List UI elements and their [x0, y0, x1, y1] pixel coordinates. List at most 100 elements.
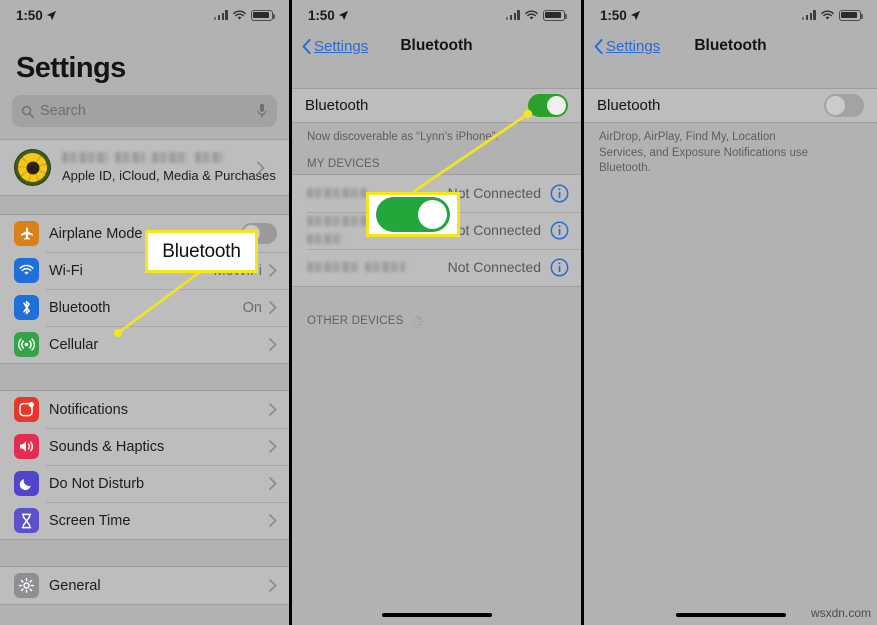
avatar	[14, 149, 51, 186]
search-placeholder: Search	[40, 103, 86, 119]
info-circle-icon[interactable]	[550, 184, 569, 203]
other-devices-header: OTHER DEVICES	[292, 287, 581, 332]
settings-row-screen-time[interactable]: Screen Time	[0, 502, 289, 539]
search-input[interactable]: Search	[12, 95, 277, 127]
wifi-icon	[525, 10, 538, 19]
status-bar-time-group-2: 1:50	[308, 8, 349, 23]
bluetooth-toggle-row[interactable]: Bluetooth	[292, 88, 581, 123]
cellular-signal-icon	[801, 10, 816, 20]
loading-spinner-icon	[410, 314, 424, 328]
status-bar-time-group-3: 1:50	[600, 8, 641, 23]
info-circle-icon[interactable]	[550, 221, 569, 240]
status-bar-indicators	[213, 9, 276, 21]
chevron-right-icon	[269, 338, 277, 351]
status-bar-time-2: 1:50	[308, 7, 335, 23]
other-devices-header-label: OTHER DEVICES	[307, 315, 404, 328]
cellular-icon	[14, 332, 39, 357]
microphone-icon[interactable]	[256, 103, 268, 119]
nav-bar-panel3: Settings Bluetooth	[584, 30, 877, 62]
settings-row-label: Notifications	[49, 401, 128, 418]
callout-bluetooth-label: Bluetooth	[145, 230, 258, 273]
chevron-right-icon	[269, 440, 277, 453]
location-arrow-icon	[46, 10, 56, 20]
info-circle-icon[interactable]	[550, 258, 569, 277]
settings-row-general[interactable]: General	[0, 567, 289, 604]
device-connection-state: Not Connected	[447, 259, 541, 276]
wifi-icon	[233, 10, 246, 19]
account-name-redacted	[62, 152, 276, 163]
back-button-label: Settings	[314, 37, 369, 55]
chevron-right-icon	[257, 161, 265, 174]
notifications-icon	[14, 397, 39, 422]
settings-row-cellular[interactable]: Cellular	[0, 326, 289, 363]
settings-row-label: Sounds & Haptics	[49, 438, 165, 455]
chevron-left-icon	[594, 38, 603, 54]
bluetooth-usage-footnote: AirDrop, AirPlay, Find My, Location Serv…	[599, 131, 809, 175]
status-bar-time-group: 1:50	[16, 8, 57, 23]
hourglass-icon	[14, 508, 39, 533]
bluetooth-icon	[14, 295, 39, 320]
nav-bar-panel2: Settings Bluetooth	[292, 30, 581, 62]
settings-row-label: Screen Time	[49, 512, 131, 529]
callout-text: Bluetooth	[162, 240, 241, 262]
chevron-right-icon	[269, 403, 277, 416]
cellular-signal-icon	[505, 10, 520, 20]
home-indicator-panel2	[381, 613, 492, 617]
watermark: wsxdn.com	[810, 606, 871, 620]
status-bar-time: 1:50	[16, 7, 43, 23]
settings-row-value: On	[242, 299, 262, 316]
apple-id-row[interactable]: Apple ID, iCloud, Media & Purchases	[0, 140, 289, 195]
status-bar-time-3: 1:50	[600, 7, 627, 23]
moon-icon	[14, 471, 39, 496]
search-icon	[21, 105, 34, 118]
battery-icon	[543, 9, 568, 21]
back-to-settings-button[interactable]: Settings	[302, 38, 368, 55]
discoverable-footnote: Now discoverable as “Lynn’s iPhone”.	[307, 131, 499, 143]
bluetooth-toggle-zoomed[interactable]	[376, 197, 450, 232]
account-text: Apple ID, iCloud, Media & Purchases	[62, 152, 276, 183]
chevron-right-icon	[269, 514, 277, 527]
status-bar-panel1: 1:50	[0, 0, 289, 30]
chevron-left-icon	[302, 38, 311, 54]
device-connection-state: Not Connected	[447, 222, 541, 239]
back-button-label: Settings	[606, 37, 661, 55]
bluetooth-toggle-row[interactable]: Bluetooth	[584, 88, 877, 123]
wifi-icon	[14, 258, 39, 283]
settings-row-notifications[interactable]: Notifications	[0, 391, 289, 428]
device-row[interactable]: Not Connected	[292, 248, 581, 286]
chevron-right-icon	[269, 301, 277, 314]
status-bar-panel3: 1:50	[584, 0, 877, 30]
airplane-icon	[14, 221, 39, 246]
phone-screen-bluetooth-on: 1:50 Settings Bluetooth Bluetooth Now di…	[292, 0, 581, 625]
chevron-right-icon	[269, 579, 277, 592]
phone-screen-bluetooth-off: 1:50 Settings Bluetooth Bluetooth AirDro…	[584, 0, 877, 625]
status-bar-indicators-2	[505, 9, 568, 21]
bluetooth-toggle[interactable]	[824, 94, 864, 117]
gear-icon	[14, 573, 39, 598]
settings-row-do-not-disturb[interactable]: Do Not Disturb	[0, 465, 289, 502]
settings-row-label: Bluetooth	[49, 299, 111, 316]
highlight-bluetooth-toggle	[366, 192, 460, 237]
battery-icon	[839, 9, 864, 21]
wifi-icon	[821, 10, 834, 19]
cellular-signal-icon	[213, 10, 228, 20]
sounds-icon	[14, 434, 39, 459]
phone-screen-settings-root: 1:50 Settings Search Apple ID, iCloud, M…	[0, 0, 289, 625]
page-title: Settings	[16, 52, 126, 84]
settings-row-sounds-haptics[interactable]: Sounds & Haptics	[0, 428, 289, 465]
home-indicator-panel3	[675, 613, 786, 617]
location-arrow-icon	[338, 10, 348, 20]
settings-row-label: Do Not Disturb	[49, 475, 145, 492]
bluetooth-toggle[interactable]	[528, 94, 568, 117]
account-group: Apple ID, iCloud, Media & Purchases	[0, 139, 289, 196]
location-arrow-icon	[630, 10, 640, 20]
chevron-right-icon	[269, 264, 277, 277]
notifications-group: Notifications Sounds & Haptics Do Not Dist…	[0, 390, 289, 540]
device-name-redacted	[307, 258, 448, 276]
status-bar-indicators-3	[801, 9, 864, 21]
back-to-settings-button[interactable]: Settings	[594, 38, 660, 55]
status-bar-panel2: 1:50	[292, 0, 581, 30]
settings-row-label: General	[49, 577, 101, 594]
battery-icon	[251, 9, 276, 21]
settings-row-bluetooth[interactable]: Bluetooth On	[0, 289, 289, 326]
